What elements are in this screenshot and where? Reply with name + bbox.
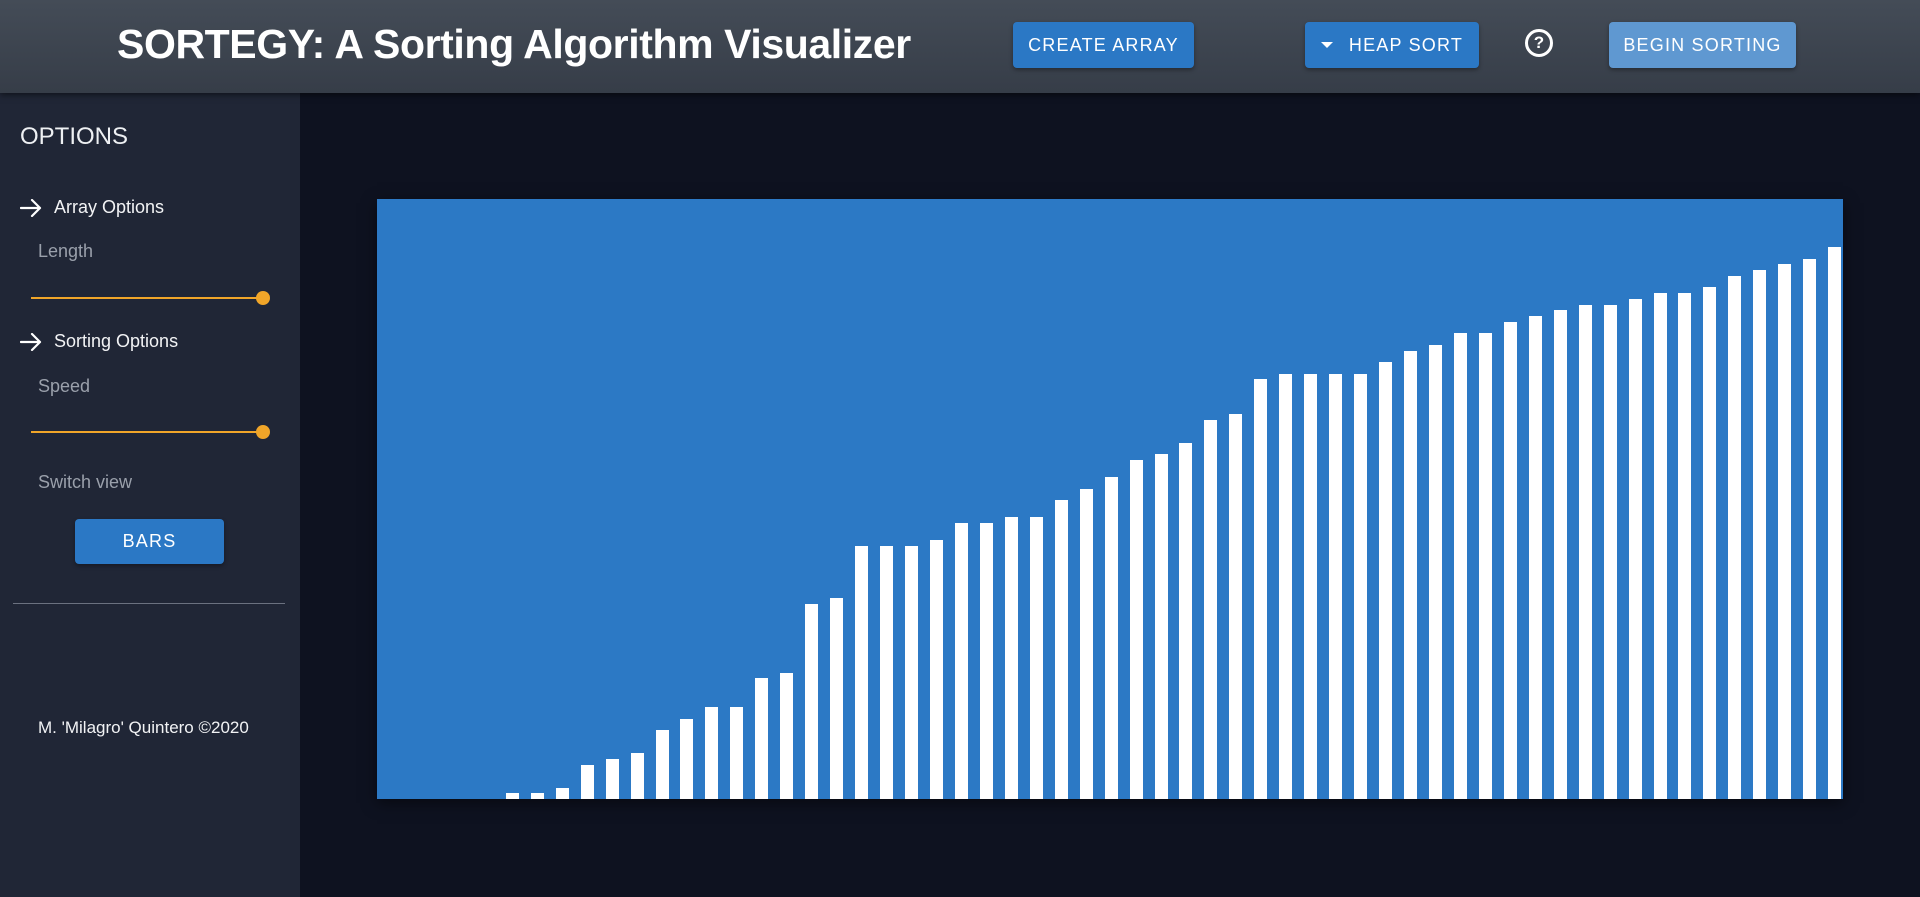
array-bar: [1828, 247, 1842, 799]
array-bar: [755, 678, 769, 799]
array-visualization: [377, 199, 1843, 799]
options-title: OPTIONS: [20, 123, 129, 150]
help-circle-icon[interactable]: ?: [1525, 29, 1553, 57]
array-bar: [1354, 373, 1368, 799]
array-bar: [1079, 488, 1093, 799]
array-bar: [1628, 298, 1642, 799]
array-bar: [1728, 275, 1742, 799]
array-bar: [1329, 373, 1343, 799]
array-bar: [1379, 362, 1393, 799]
array-bar: [1503, 321, 1517, 799]
caret-down-icon: [1320, 42, 1333, 48]
array-bar: [730, 707, 744, 799]
footer-credit: M. 'Milagro' Quintero ©2020: [38, 718, 249, 737]
array-options-toggle[interactable]: Array Options: [20, 197, 164, 218]
array-bar: [1603, 304, 1617, 799]
array-bar: [605, 758, 619, 799]
arrow-right-icon: [20, 332, 42, 351]
arrow-right-icon: [20, 198, 42, 217]
sorting-options-label: Sorting Options: [54, 331, 179, 351]
array-bar: [855, 546, 869, 799]
length-label: Length: [38, 241, 94, 261]
array-bar: [1029, 517, 1043, 799]
array-bar: [830, 597, 844, 799]
algorithm-label: HEAP SORT: [1348, 34, 1464, 55]
array-bar: [1703, 287, 1717, 799]
array-bar: [929, 540, 943, 799]
array-bar: [1404, 350, 1417, 799]
array-bar: [1054, 500, 1068, 799]
algorithm-select-button[interactable]: HEAP SORT: [1305, 22, 1479, 68]
array-bar: [805, 603, 819, 799]
array-bar: [505, 793, 519, 799]
array-options-label: Array Options: [54, 197, 165, 217]
array-bar: [1154, 454, 1168, 799]
length-slider-thumb[interactable]: [256, 291, 270, 305]
create-array-button[interactable]: CREATE ARRAY: [1013, 22, 1194, 68]
length-slider[interactable]: [31, 291, 270, 305]
speed-slider-thumb[interactable]: [256, 425, 270, 439]
array-bar: [905, 546, 918, 799]
array-bar: [555, 787, 569, 799]
array-bar: [530, 793, 544, 799]
options-sidebar: OPTIONS Array Options Length Sorting Opt…: [0, 93, 300, 897]
array-bar: [1528, 316, 1542, 799]
array-bar: [1304, 373, 1318, 799]
speed-slider[interactable]: [31, 425, 270, 439]
array-bar: [1204, 419, 1218, 799]
array-bar: [1803, 258, 1817, 799]
array-bar: [1229, 413, 1243, 799]
array-bar: [1553, 310, 1567, 799]
app-title: SORTEGY: A Sorting Algorithm Visualizer: [117, 21, 911, 67]
app-bar: SORTEGY: A Sorting Algorithm Visualizer …: [0, 0, 1920, 93]
array-bar: [979, 523, 993, 799]
view-toggle-button[interactable]: BARS: [75, 519, 224, 564]
begin-sorting-button[interactable]: BEGIN SORTING: [1609, 22, 1796, 68]
array-bar: [1753, 270, 1767, 799]
array-bar: [705, 707, 719, 799]
array-bar: [1478, 333, 1492, 799]
array-bar: [1653, 293, 1667, 799]
length-slider-track: [31, 297, 263, 299]
speed-label: Speed: [38, 376, 91, 396]
array-bar: [1179, 442, 1193, 799]
array-bar: [1678, 293, 1692, 799]
array-bar: [655, 730, 669, 799]
array-bar: [1004, 517, 1018, 799]
sidebar-divider: [13, 603, 285, 604]
sorting-options-toggle[interactable]: Sorting Options: [20, 331, 178, 352]
array-bar: [880, 546, 894, 799]
speed-slider-track: [31, 431, 263, 433]
array-bar: [630, 753, 644, 799]
array-bar: [1778, 264, 1792, 799]
array-bar: [680, 718, 694, 799]
array-bar: [580, 764, 594, 799]
array-bar: [1279, 373, 1293, 799]
array-bar: [1104, 477, 1118, 799]
array-bar: [1254, 379, 1268, 799]
switch-view-label: Switch view: [38, 472, 133, 492]
array-bar: [1578, 304, 1592, 799]
array-bar: [1453, 333, 1467, 799]
array-bar: [1428, 344, 1442, 799]
array-bar: [954, 523, 968, 799]
array-bar: [1129, 459, 1143, 799]
array-bar: [780, 672, 794, 799]
